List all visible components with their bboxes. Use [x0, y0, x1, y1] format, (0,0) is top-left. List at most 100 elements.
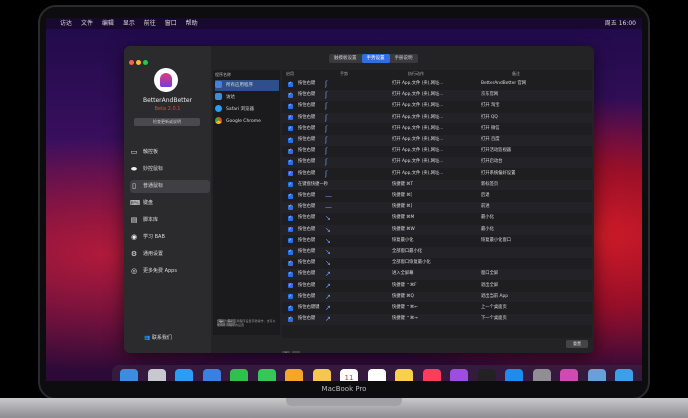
- update-button[interactable]: 检查更新或说明: [134, 118, 200, 126]
- launchpad-icon[interactable]: [147, 369, 166, 381]
- enable-checkbox[interactable]: [288, 179, 293, 189]
- minimize-button[interactable]: [136, 60, 141, 65]
- action-cell: 快捷键 ⌘Q: [392, 293, 414, 299]
- table-row[interactable]: 按住右键 ↗ 快捷键 ⌘Q 退出当前 App: [282, 291, 592, 303]
- table-row[interactable]: 按住右键 ʃ 打开 App,文件 (夹),网址... BetterAndBetter …: [282, 78, 592, 90]
- table-row[interactable]: 按住右键 ʃ 打开 App,文件 (夹),网址... 打开启动台: [282, 156, 592, 168]
- safari-icon[interactable]: [175, 369, 193, 381]
- enable-checkbox[interactable]: [288, 145, 293, 156]
- table-row[interactable]: 按住右键 ↘ 快捷键 ⌘W 最小化: [282, 224, 592, 236]
- system-prefs-icon[interactable]: [532, 369, 551, 381]
- table-row[interactable]: 按住右键 ʃ 打开 App,文件 (夹),网址... 打开 QQ: [282, 112, 592, 124]
- enable-checkbox[interactable]: [288, 257, 293, 268]
- enable-checkbox[interactable]: [288, 112, 293, 122]
- menu-item[interactable]: 访达: [60, 20, 72, 27]
- table-row[interactable]: 按住右键 ↘ 全部窗口最小化: [282, 246, 592, 258]
- sidebar-item-trackpad[interactable]: ▭ 触控板: [130, 146, 210, 159]
- enable-checkbox[interactable]: [288, 246, 293, 257]
- enable-checkbox[interactable]: [288, 168, 293, 178]
- sidebar-item-scripts[interactable]: ▤ 脚本库: [130, 214, 210, 227]
- reminders-icon[interactable]: [367, 369, 386, 381]
- menu-item[interactable]: 窗口: [165, 20, 177, 27]
- sidebar-item-keyboard[interactable]: ⌨ 键盘: [130, 197, 210, 210]
- photos-icon[interactable]: [285, 369, 303, 381]
- notes-app-icon[interactable]: [395, 369, 413, 381]
- sidebar-item-regular-mouse[interactable]: ▯ 普通鼠标: [130, 180, 210, 193]
- enable-checkbox[interactable]: [288, 291, 293, 301]
- keyboard-icon: ⌨: [130, 198, 141, 207]
- table-row[interactable]: 按住右键 ↗ 快捷键 ⌃⌘F 退出全屏: [282, 280, 592, 292]
- remove-gesture-button[interactable]: -: [292, 351, 300, 353]
- enable-checkbox[interactable]: [288, 100, 293, 111]
- enable-checkbox[interactable]: [288, 89, 293, 100]
- table-row[interactable]: 按住右键 ʃ 打开 App,文件 (夹),网址... 打开活动监视器: [282, 145, 592, 157]
- table-row[interactable]: 按住右键 — 快捷键 ⌘[后退: [282, 190, 592, 202]
- close-button[interactable]: [129, 60, 134, 65]
- program-item[interactable]: Google Chrome: [215, 116, 279, 127]
- table-row[interactable]: 按住右键 ʃ 打开 App,文件 (夹),网址... 打开系统偏好设置: [282, 168, 592, 180]
- enable-checkbox[interactable]: [288, 78, 293, 89]
- music-icon[interactable]: [422, 369, 441, 381]
- menu-item[interactable]: 前往: [144, 20, 156, 27]
- table-row[interactable]: 按住右键 ʃ 打开 App,文件 (夹),网址... 打开 百度: [282, 134, 592, 146]
- safari-icon: [215, 105, 222, 112]
- tab-gesture-settings[interactable]: 手势设置: [361, 54, 390, 63]
- enable-checkbox[interactable]: [288, 280, 293, 290]
- enable-checkbox[interactable]: [288, 313, 293, 324]
- menu-item[interactable]: 显示: [123, 20, 135, 27]
- learn-icon: ◉: [130, 232, 138, 241]
- notes-icon[interactable]: [312, 369, 331, 381]
- contact-link[interactable]: 👥 联系我们: [144, 334, 172, 341]
- table-row[interactable]: 按住右键 ʃ 打开 App,文件 (夹),网址... 打开 淘宝: [282, 100, 592, 112]
- enable-checkbox[interactable]: [288, 156, 293, 167]
- sidebar-item-settings[interactable]: ⚙ 通用设置: [130, 248, 210, 261]
- menu-item[interactable]: 帮助: [186, 20, 198, 27]
- table-row[interactable]: 按住右键 ↗ 进入全屏幕 窗口全屏: [282, 268, 592, 280]
- table-row[interactable]: 在键盘快捷一秒 快捷键 ⌘T 新标签页: [282, 179, 592, 191]
- program-item[interactable]: 所有应用程序: [215, 80, 279, 91]
- tv-icon[interactable]: [477, 369, 496, 381]
- enable-checkbox[interactable]: [288, 123, 293, 133]
- table-row[interactable]: 按住右键键 ↗ 快捷键 ⌃⌘← 上一个桌面页: [282, 302, 592, 314]
- facetime-icon[interactable]: [230, 369, 248, 381]
- tab-trackpad-settings[interactable]: 触摸板设置: [329, 54, 362, 63]
- sidebar-item-learn[interactable]: ◉ 学习 BAB: [130, 231, 210, 244]
- note-cell: 窗口全屏: [481, 271, 499, 277]
- program-item[interactable]: Safari 浏览器: [215, 104, 279, 115]
- calendar-icon[interactable]: 11: [340, 369, 358, 381]
- enable-checkbox[interactable]: [288, 268, 293, 279]
- trigger-cell: 按住右键: [298, 226, 316, 232]
- enable-checkbox[interactable]: [288, 302, 293, 313]
- enable-checkbox[interactable]: [288, 224, 293, 234]
- enable-checkbox[interactable]: [288, 190, 293, 201]
- enable-checkbox[interactable]: [288, 235, 293, 245]
- podcasts-icon[interactable]: [450, 369, 468, 381]
- finder-icon[interactable]: [120, 369, 138, 381]
- enable-checkbox[interactable]: [288, 134, 293, 145]
- bab-icon[interactable]: [560, 369, 578, 381]
- table-row[interactable]: 按住右键 ↘ 全部窗口恢复最小化: [282, 257, 592, 269]
- table-row[interactable]: 按住右键 — 快捷键 ⌘] 前进: [282, 201, 592, 213]
- reset-button[interactable]: 重置: [566, 340, 588, 348]
- messages-icon[interactable]: [257, 369, 276, 381]
- table-row[interactable]: 按住右键 ↘ 快捷键 ⌘M 最小化: [282, 212, 592, 224]
- enable-checkbox[interactable]: [288, 201, 293, 212]
- appstore-icon[interactable]: [505, 369, 523, 381]
- add-gesture-button[interactable]: +: [282, 351, 290, 353]
- menu-item[interactable]: 文件: [81, 20, 93, 27]
- program-item[interactable]: 访达: [215, 92, 279, 103]
- tab-manual[interactable]: 手册说明: [390, 54, 418, 63]
- preview-icon[interactable]: [587, 369, 606, 381]
- table-row[interactable]: 按住右键 ↗ 快捷键 ⌃⌘→ 下一个桌面页: [282, 313, 592, 325]
- mail-icon[interactable]: [202, 369, 221, 381]
- enable-checkbox[interactable]: [288, 212, 293, 223]
- zoom-button[interactable]: [143, 60, 148, 65]
- sidebar-item-magic-mouse[interactable]: ⬬ 妙控鼠标: [130, 163, 210, 176]
- table-row[interactable]: 按住右键 ʃ 打开 App,文件 (夹),网址... 打开 微信: [282, 123, 592, 135]
- table-row[interactable]: 按住右键 ↘ 恢复最小化 恢复最小化窗口: [282, 235, 592, 247]
- table-row[interactable]: 按住右键 ʃ 打开 App,文件 (夹),网址... 京东官网: [282, 89, 592, 101]
- clock[interactable]: 周五 16:00: [605, 18, 636, 29]
- folder-icon[interactable]: [615, 369, 633, 381]
- menu-item[interactable]: 编辑: [102, 20, 114, 27]
- sidebar-item-more-apps[interactable]: ◎ 更多免费 Apps: [130, 265, 210, 278]
